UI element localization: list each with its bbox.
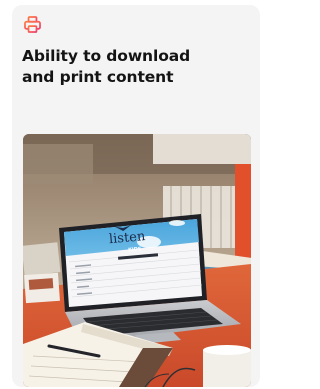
printer-icon [24,16,41,33]
feature-title: Ability to download and print content [22,46,248,88]
feature-title-line2: and print content [22,68,174,86]
screen-logo-sub: KIDS [128,246,142,253]
feature-title-line1: Ability to download [22,47,191,65]
screen-logo: listen [108,229,146,247]
laptop-photo: listen KIDS [23,134,251,387]
feature-card: Ability to download and print content li… [12,5,260,387]
laptop-photo-illustration: listen KIDS [23,134,251,387]
